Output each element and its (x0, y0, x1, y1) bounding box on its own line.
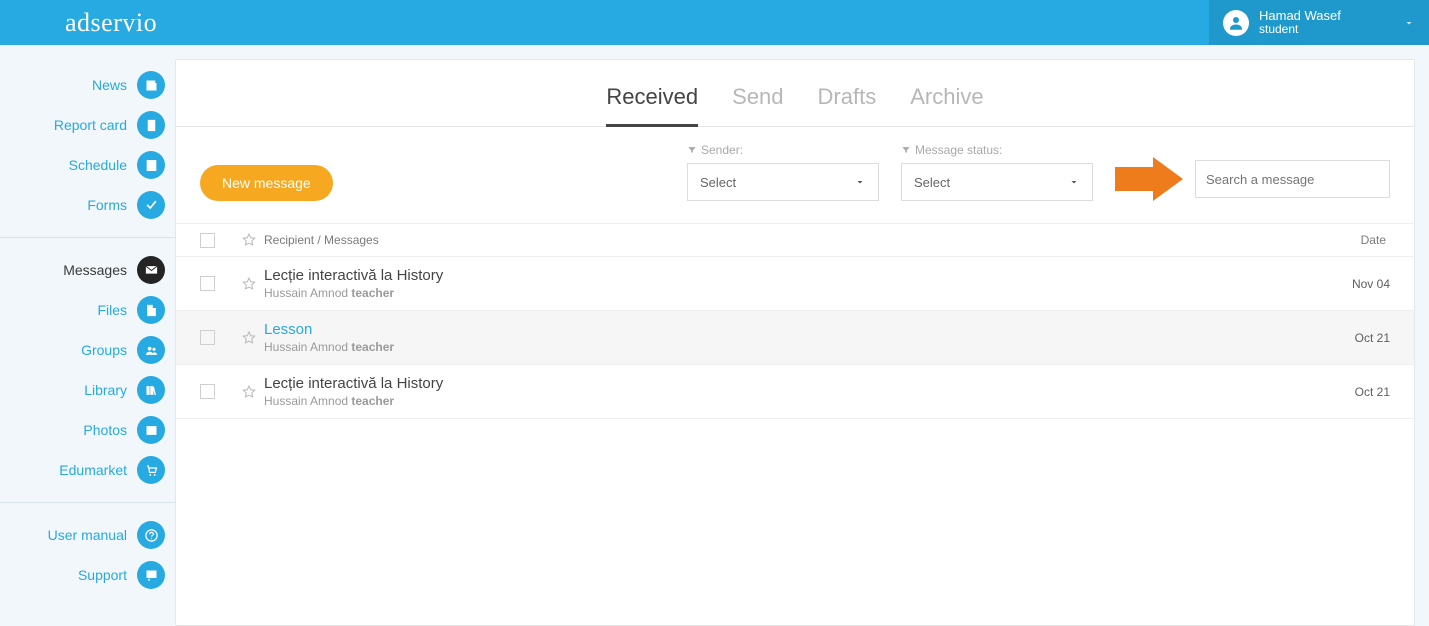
filter-status: Message status: Select (901, 143, 1093, 201)
message-subject: Lecție interactivă la History (264, 375, 1310, 392)
avatar-icon (1223, 10, 1249, 36)
sidebar-item-messages[interactable]: Messages (0, 250, 175, 290)
message-from: Hussain Amnod teacher (264, 286, 1310, 300)
filter-status-label: Message status: (901, 143, 1093, 157)
tab-received[interactable]: Received (606, 84, 698, 127)
row-checkbox[interactable] (200, 276, 234, 291)
sidebar-item-user-manual[interactable]: User manual (0, 515, 175, 555)
sidebar-item-support[interactable]: Support (0, 555, 175, 595)
support-icon (137, 561, 165, 589)
message-main: Lesson Hussain Amnod teacher (264, 321, 1310, 354)
photos-icon (137, 416, 165, 444)
sidebar-item-label: Forms (87, 197, 127, 213)
filter-icon (687, 145, 697, 155)
sidebar-item-edumarket[interactable]: Edumarket (0, 450, 175, 490)
sidebar-item-library[interactable]: Library (0, 370, 175, 410)
message-from: Hussain Amnod teacher (264, 340, 1310, 354)
star-icon[interactable] (234, 276, 264, 292)
app-header: adservio Hamad Wasef student (0, 0, 1429, 45)
sidebar: News Report card Schedule Forms Messages Fil… (0, 45, 175, 626)
message-from: Hussain Amnod teacher (264, 394, 1310, 408)
star-header-icon (234, 232, 264, 248)
files-icon (137, 296, 165, 324)
sidebar-item-label: Schedule (69, 157, 127, 173)
search-box[interactable] (1195, 160, 1390, 198)
sidebar-item-forms[interactable]: Forms (0, 185, 175, 225)
star-icon[interactable] (234, 330, 264, 346)
callout-arrow-icon (1115, 157, 1185, 201)
message-main: Lecție interactivă la History Hussain Amn… (264, 267, 1310, 300)
sidebar-item-label: Support (78, 567, 127, 583)
select-all-checkbox[interactable] (200, 233, 234, 248)
sidebar-item-files[interactable]: Files (0, 290, 175, 330)
library-icon (137, 376, 165, 404)
user-role: student (1259, 23, 1403, 36)
new-message-button[interactable]: New message (200, 165, 333, 201)
message-main: Lecție interactivă la History Hussain Amn… (264, 375, 1310, 408)
message-date: Oct 21 (1310, 331, 1390, 345)
message-list-header: Recipient / Messages Date (176, 223, 1414, 257)
row-checkbox[interactable] (200, 384, 234, 399)
sidebar-item-label: User manual (48, 527, 127, 543)
sidebar-item-label: Messages (63, 262, 127, 278)
chevron-down-icon (1068, 176, 1080, 188)
tab-drafts[interactable]: Drafts (818, 84, 877, 126)
sidebar-item-label: Library (84, 382, 127, 398)
chevron-down-icon (854, 176, 866, 188)
brand-logo: adservio (65, 8, 157, 38)
star-icon[interactable] (234, 384, 264, 400)
status-select[interactable]: Select (901, 163, 1093, 201)
messages-icon (137, 256, 165, 284)
message-list: Lecție interactivă la History Hussain Amn… (176, 257, 1414, 419)
sidebar-item-photos[interactable]: Photos (0, 410, 175, 450)
forms-icon (137, 191, 165, 219)
filters-row: New message Sender: Select Message statu… (176, 127, 1414, 223)
user-menu[interactable]: Hamad Wasef student (1209, 0, 1429, 45)
sidebar-item-report-card[interactable]: Report card (0, 105, 175, 145)
sidebar-item-label: Edumarket (59, 462, 127, 478)
message-row[interactable]: Lecție interactivă la History Hussain Amn… (176, 365, 1414, 419)
search-input[interactable] (1206, 172, 1382, 187)
sidebar-item-news[interactable]: News (0, 65, 175, 105)
user-info: Hamad Wasef student (1259, 9, 1403, 36)
sidebar-item-label: Files (97, 302, 127, 318)
cart-icon (137, 456, 165, 484)
sidebar-item-label: Groups (81, 342, 127, 358)
sidebar-item-label: News (92, 77, 127, 93)
date-header: Date (1310, 233, 1390, 247)
sidebar-item-label: Report card (54, 117, 127, 133)
user-name: Hamad Wasef (1259, 9, 1403, 23)
sidebar-item-schedule[interactable]: Schedule (0, 145, 175, 185)
message-subject: Lecție interactivă la History (264, 267, 1310, 284)
filter-icon (901, 145, 911, 155)
sender-select[interactable]: Select (687, 163, 879, 201)
filter-sender-label: Sender: (687, 143, 879, 157)
report-icon (137, 111, 165, 139)
sidebar-item-groups[interactable]: Groups (0, 330, 175, 370)
message-date: Oct 21 (1310, 385, 1390, 399)
filter-sender: Sender: Select (687, 143, 879, 201)
tab-archive[interactable]: Archive (910, 84, 983, 126)
row-checkbox[interactable] (200, 330, 234, 345)
chevron-down-icon (1403, 17, 1415, 29)
help-icon (137, 521, 165, 549)
schedule-icon (137, 151, 165, 179)
message-row[interactable]: Lecție interactivă la History Hussain Amn… (176, 257, 1414, 311)
groups-icon (137, 336, 165, 364)
message-subject: Lesson (264, 321, 1310, 338)
news-icon (137, 71, 165, 99)
recipient-header: Recipient / Messages (264, 233, 379, 247)
message-row[interactable]: Lesson Hussain Amnod teacherOct 21 (176, 311, 1414, 365)
sidebar-item-label: Photos (83, 422, 127, 438)
message-date: Nov 04 (1310, 277, 1390, 291)
tabs-bar: Received Send Drafts Archive (176, 60, 1414, 127)
tab-send[interactable]: Send (732, 84, 783, 126)
main-panel: Received Send Drafts Archive New message Se… (175, 59, 1415, 626)
